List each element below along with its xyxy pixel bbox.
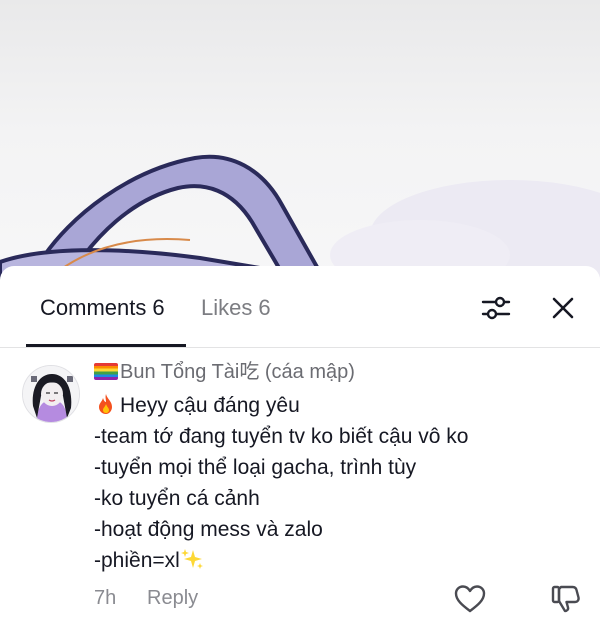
active-tab-indicator xyxy=(26,344,186,347)
comment-line: -phiền=xl xyxy=(94,545,594,576)
thumbs-down-icon xyxy=(551,585,580,613)
like-button[interactable] xyxy=(452,581,488,617)
comment-line-text: Heyy cậu đáng yêu xyxy=(120,394,300,417)
reply-button[interactable]: Reply xyxy=(147,587,198,610)
fire-icon xyxy=(99,394,112,414)
avatar[interactable] xyxy=(22,365,80,423)
comment-line: Heyy cậu đáng yêu xyxy=(94,390,594,421)
username-text: Bun Tổng Tài吃 (cáa mập) xyxy=(120,361,355,383)
video-background xyxy=(0,0,600,290)
dislike-button[interactable] xyxy=(548,581,584,617)
comment-username[interactable]: Bun Tổng Tài吃 (cáa mập) xyxy=(94,358,355,386)
close-button[interactable] xyxy=(543,288,583,328)
close-icon xyxy=(552,297,574,319)
comment-line: -team tớ đang tuyển tv ko biết cậu vô ko xyxy=(94,425,469,448)
comment-item: Bun Tổng Tài吃 (cáa mập) Heyy cậu đáng yê… xyxy=(0,358,600,629)
comment-line: -ko tuyển cá cảnh xyxy=(94,487,260,510)
tab-likes-count: 6 xyxy=(258,295,271,320)
comment-time: 7h xyxy=(94,587,117,609)
tab-likes-label: Likes xyxy=(201,295,253,320)
tab-comments[interactable]: Comments 6 xyxy=(40,294,165,322)
rainbow-flag-icon xyxy=(94,363,118,380)
comment-body: Heyy cậu đáng yêu -team tớ đang tuyển tv… xyxy=(94,390,594,576)
comment-line: -hoạt động mess và zalo xyxy=(94,518,323,541)
comments-sheet: Comments 6 Likes 6 Bun Tổng Tài吃 (cáa mậ… xyxy=(0,266,600,629)
video-artwork xyxy=(0,154,600,290)
filter-button[interactable] xyxy=(476,288,516,328)
avatar-image xyxy=(23,366,79,422)
comment-line: -tuyển mọi thể loại gacha, trình tùy xyxy=(94,456,417,479)
comment-meta: 7h Reply xyxy=(94,583,594,615)
tab-comments-count: 6 xyxy=(152,295,165,320)
heart-outline-icon xyxy=(454,585,486,613)
tab-bar: Comments 6 Likes 6 xyxy=(0,266,600,348)
sparkles-icon xyxy=(180,549,203,569)
tab-likes[interactable]: Likes 6 xyxy=(201,294,271,322)
comment-line-text: -phiền=xl xyxy=(94,549,180,572)
sliders-icon xyxy=(481,296,511,320)
tab-comments-label: Comments xyxy=(40,295,147,320)
